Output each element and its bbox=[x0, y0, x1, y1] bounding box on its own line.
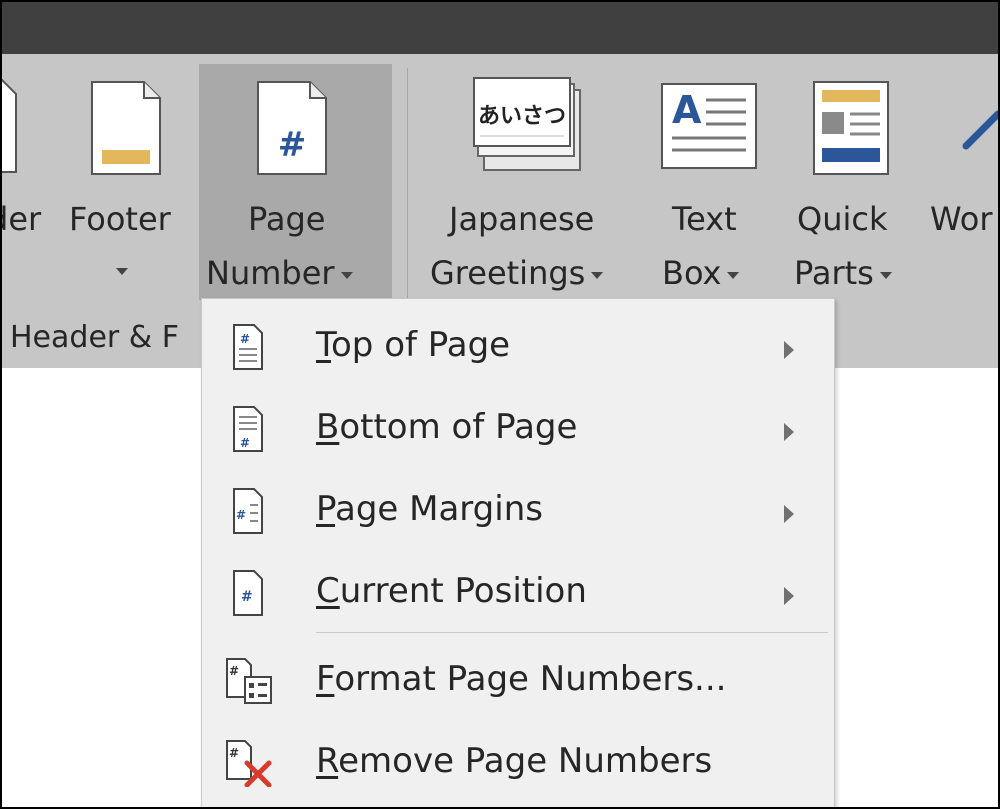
menu-item-accel: R bbox=[316, 741, 339, 781]
quick-parts-dropdown-caret bbox=[879, 271, 892, 279]
japanese-greetings-dropdown-caret bbox=[591, 271, 604, 279]
menu-item-rest: urrent Position bbox=[339, 571, 587, 611]
remove-page-numbers-icon: # bbox=[226, 740, 272, 787]
svg-text:#: # bbox=[240, 332, 250, 346]
svg-text:#: # bbox=[278, 125, 307, 165]
menu-item-format-page-numbers[interactable]: # Format Page Numbers... bbox=[202, 639, 834, 719]
footer-label: Footer bbox=[69, 200, 171, 238]
page-number-dropdown-caret bbox=[340, 271, 353, 279]
header-footer-group-label: Header & F bbox=[10, 320, 179, 355]
word-window: der Footer # Page Number あいさつ Japanese G… bbox=[0, 0, 1000, 809]
quick-parts-icon bbox=[813, 81, 889, 175]
svg-text:#: # bbox=[241, 589, 253, 605]
submenu-arrow-icon bbox=[784, 341, 794, 359]
group-separator bbox=[407, 68, 408, 298]
wordart-label[interactable]: Wor bbox=[930, 192, 993, 246]
quick-parts-label-text: Parts bbox=[794, 254, 874, 292]
menu-item-accel: F bbox=[316, 659, 335, 699]
svg-text:#: # bbox=[229, 664, 239, 678]
menu-item-label: Remove Page Numbers bbox=[316, 735, 712, 787]
top-of-page-icon: # bbox=[233, 324, 263, 370]
japanese-greetings-label-text: Greetings bbox=[430, 254, 586, 292]
header-icon bbox=[2, 79, 17, 173]
text-box-dropdown-caret bbox=[727, 271, 740, 279]
page-number-icon: # bbox=[257, 81, 327, 175]
quick-parts-label-line2: Parts bbox=[794, 246, 892, 300]
svg-text:#: # bbox=[229, 746, 239, 760]
menu-item-accel: C bbox=[316, 571, 340, 611]
page-number-menu: # Top of Page # Bottom of Page # Page Ma… bbox=[201, 298, 835, 807]
menu-item-rest: emove Page Numbers bbox=[338, 741, 713, 781]
page-number-label-line1: Page bbox=[248, 200, 326, 238]
text-box-label-text: Box bbox=[662, 254, 722, 292]
text-box-icon-letter: A bbox=[672, 88, 702, 132]
menu-item-top-of-page[interactable]: # Top of Page bbox=[202, 305, 834, 385]
menu-separator bbox=[316, 632, 828, 633]
footer-dropdown-caret bbox=[116, 268, 128, 275]
menu-item-rest: op of Page bbox=[331, 325, 511, 365]
japanese-greetings-label-line2: Greetings bbox=[430, 246, 604, 300]
menu-item-rest: ottom of Page bbox=[339, 407, 578, 447]
menu-item-label: Format Page Numbers... bbox=[316, 653, 726, 705]
menu-item-accel: T bbox=[316, 325, 331, 365]
text-box-label-line2: Box bbox=[662, 246, 740, 300]
footer-icon bbox=[91, 81, 161, 175]
format-page-numbers-icon: # bbox=[226, 658, 272, 704]
menu-item-label: Top of Page bbox=[316, 319, 510, 371]
svg-text:#: # bbox=[236, 508, 246, 522]
menu-item-label: Page Margins bbox=[316, 483, 543, 535]
menu-item-label: Bottom of Page bbox=[316, 401, 577, 453]
page-number-label-line2: Number bbox=[206, 246, 353, 300]
menu-item-accel: B bbox=[316, 407, 340, 447]
title-bar bbox=[2, 2, 998, 54]
header-button-label[interactable]: der bbox=[2, 192, 41, 246]
menu-item-page-margins[interactable]: # Page Margins bbox=[202, 469, 834, 549]
japanese-greetings-icon-text: あいさつ bbox=[477, 104, 566, 129]
menu-item-label: Current Position bbox=[316, 565, 587, 617]
page-number-label-text: Number bbox=[206, 254, 335, 292]
submenu-arrow-icon bbox=[784, 505, 794, 523]
menu-item-remove-page-numbers[interactable]: # Remove Page Numbers bbox=[202, 721, 834, 801]
submenu-arrow-icon bbox=[784, 587, 794, 605]
menu-item-rest: ormat Page Numbers... bbox=[334, 659, 727, 699]
submenu-arrow-icon bbox=[784, 423, 794, 441]
current-position-icon: # bbox=[233, 570, 263, 616]
menu-item-rest: age Margins bbox=[334, 489, 543, 529]
bottom-of-page-icon: # bbox=[233, 406, 263, 452]
menu-item-accel: P bbox=[316, 489, 335, 529]
text-box-label-line1: Text bbox=[672, 200, 737, 238]
svg-text:#: # bbox=[240, 436, 250, 450]
menu-item-current-position[interactable]: # Current Position bbox=[202, 551, 834, 631]
menu-item-bottom-of-page[interactable]: # Bottom of Page bbox=[202, 387, 834, 467]
wordart-icon bbox=[962, 110, 998, 150]
page-margins-icon: # bbox=[233, 488, 263, 534]
quick-parts-label-line1: Quick bbox=[797, 200, 888, 238]
japanese-greetings-label-line1: Japanese bbox=[449, 200, 595, 238]
